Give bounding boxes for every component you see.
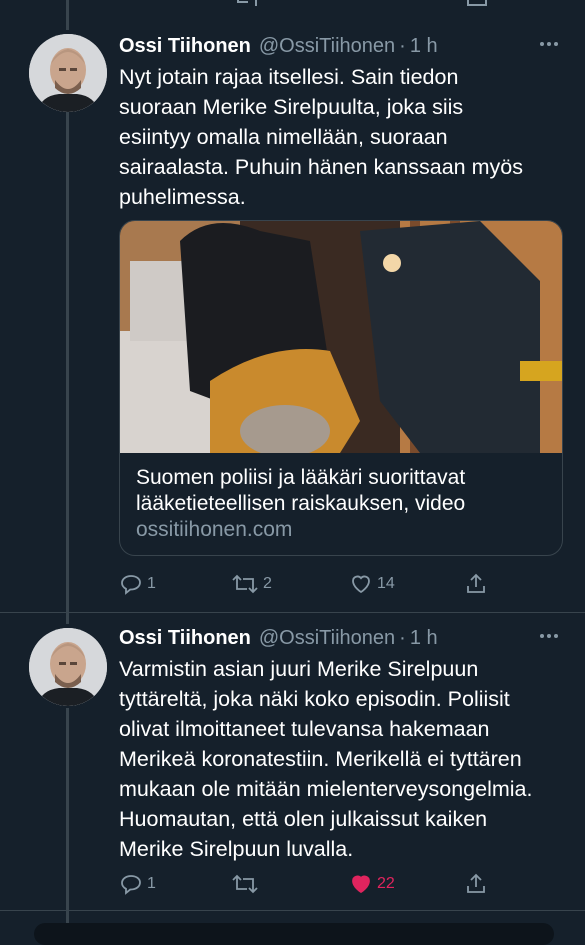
- share-icon: [467, 873, 485, 893]
- display-name[interactable]: Ossi Tiihonen: [119, 35, 251, 58]
- tweet-actions: 1 2 14: [119, 570, 539, 598]
- reply-button[interactable]: 1: [119, 870, 156, 898]
- avatar[interactable]: [29, 34, 107, 112]
- reply-button[interactable]: 1: [119, 570, 156, 598]
- like-button[interactable]: 14: [349, 570, 395, 598]
- retweet-icon: [232, 874, 258, 894]
- retweet-button[interactable]: 2: [231, 570, 272, 598]
- tweet-actions: 1 22: [119, 870, 539, 898]
- bottom-bar: [34, 923, 554, 945]
- avatar-photo: [29, 34, 107, 112]
- timestamp[interactable]: 1 h: [410, 35, 438, 58]
- reply-count: 1: [147, 575, 156, 592]
- like-button[interactable]: 22: [349, 870, 395, 898]
- tweet-divider: [0, 910, 585, 911]
- tweet-header: Ossi Tiihonen @OssiTiihonen · 1 h: [119, 624, 561, 652]
- tweet-text: Varmistin asian juuri Merike Sirelpuun t…: [119, 657, 533, 861]
- retweet-count: 2: [263, 575, 272, 592]
- card-domain: ossitiihonen.com: [136, 518, 293, 541]
- card-title: Suomen poliisi ja lääkäri suorittavat lä…: [136, 466, 466, 515]
- heart-icon: [352, 875, 370, 894]
- avatar-photo: [29, 628, 107, 706]
- like-count: 22: [377, 875, 395, 892]
- share-icon: [467, 573, 485, 593]
- tweet[interactable]: Ossi Tiihonen @OssiTiihonen · 1 h Nyt jo…: [0, 0, 585, 610]
- timestamp[interactable]: 1 h: [410, 627, 438, 650]
- reply-icon: [121, 575, 141, 595]
- tweet-header: Ossi Tiihonen @OssiTiihonen · 1 h: [119, 32, 561, 60]
- display-name[interactable]: Ossi Tiihonen: [119, 627, 251, 650]
- avatar[interactable]: [29, 628, 107, 706]
- handle[interactable]: @OssiTiihonen: [259, 35, 395, 58]
- tweet[interactable]: Ossi Tiihonen @OssiTiihonen · 1 h Varmis…: [0, 612, 585, 912]
- share-button[interactable]: [464, 570, 488, 598]
- like-count: 14: [377, 575, 395, 592]
- card-body: Suomen poliisi ja lääkäri suorittavat lä…: [120, 453, 562, 555]
- separator: ·: [399, 34, 406, 57]
- reply-count: 1: [147, 875, 156, 892]
- handle[interactable]: @OssiTiihonen: [259, 627, 395, 650]
- more-icon[interactable]: [537, 626, 561, 646]
- reply-icon: [121, 875, 141, 895]
- link-card[interactable]: Suomen poliisi ja lääkäri suorittavat lä…: [119, 220, 563, 556]
- retweet-icon: [232, 574, 258, 594]
- share-button[interactable]: [464, 870, 488, 898]
- tweet-text: Nyt jotain rajaa itsellesi. Sain tiedon …: [119, 65, 523, 209]
- retweet-button[interactable]: [231, 870, 263, 898]
- separator: ·: [399, 626, 406, 649]
- heart-icon: [352, 575, 370, 594]
- more-icon[interactable]: [537, 34, 561, 54]
- card-thumbnail-image: [120, 221, 562, 453]
